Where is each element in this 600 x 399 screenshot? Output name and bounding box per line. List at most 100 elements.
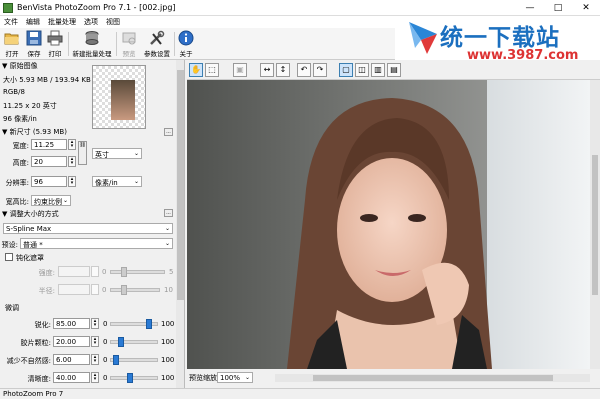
crop-select-button[interactable]: ⬚ (205, 63, 219, 77)
save-button[interactable]: 保存 (24, 30, 44, 58)
clarity-slider[interactable] (110, 376, 158, 380)
preview-photo (187, 80, 590, 369)
algorithm-value: S-Spline Max (6, 225, 52, 233)
preview-vertical-scrollbar[interactable] (590, 80, 600, 369)
stacked-view-icon: ▤ (390, 65, 398, 74)
strength-slider[interactable] (110, 270, 165, 274)
resolution-unit-select[interactable]: 像素/in ⌄ (92, 176, 142, 187)
clarity-field[interactable]: 40.00 (53, 372, 90, 383)
strength-slider-thumb[interactable] (121, 267, 127, 277)
rotate-left-button[interactable]: ↶ (297, 63, 311, 77)
split-view-button[interactable]: ◫ (355, 63, 369, 77)
preview-button[interactable]: 预览 (118, 30, 140, 58)
menu-batch[interactable]: 批量处理 (44, 16, 80, 28)
side-by-side-icon: ▥ (374, 65, 382, 74)
new-size-more-button[interactable]: ... (164, 128, 173, 136)
status-bar: PhotoZoom Pro 7 (0, 388, 600, 399)
original-image-header[interactable]: ▼ 原始图像 (2, 61, 38, 71)
new-batch-label: 新建批量处理 (72, 50, 112, 58)
clarity-min: 0 (103, 374, 108, 382)
menu-view[interactable]: 视图 (102, 16, 124, 28)
preferences-button[interactable]: 参数设置 (142, 30, 172, 58)
sharpen-slider-thumb[interactable] (146, 319, 152, 329)
preview-horizontal-scrollbar[interactable] (275, 374, 590, 382)
hand-icon: ✋ (191, 65, 201, 74)
logo-mark-icon (409, 22, 437, 54)
panel-scrollbar[interactable] (176, 60, 184, 388)
link-dims-icon[interactable]: ⛓ (78, 141, 87, 165)
artifact-reduction-slider-thumb[interactable] (113, 355, 119, 365)
crop-icon: ⬚ (208, 65, 216, 74)
sharpen-stepper[interactable]: ▴ ▾ (91, 318, 99, 329)
preview-zoom-label: 预览缩放: (189, 374, 220, 382)
width-field[interactable]: 11.25 (31, 139, 67, 150)
artifact-reduction-field[interactable]: 6.00 (53, 354, 90, 365)
preview-horizontal-scroll-thumb[interactable] (313, 375, 553, 381)
radius-field[interactable] (58, 284, 90, 295)
rotate-right-button[interactable]: ↷ (313, 63, 327, 77)
radius-stepper[interactable] (91, 284, 99, 295)
about-button[interactable]: 关于 (176, 30, 196, 58)
original-resolution: 96 像素/in (3, 115, 37, 123)
flip-horizontal-button[interactable]: ↔ (260, 63, 274, 77)
fit-button[interactable]: ▣ (233, 63, 247, 77)
info-icon (178, 30, 194, 46)
sharpen-min: 0 (103, 320, 108, 328)
navigator-thumbnail[interactable] (92, 65, 146, 129)
preferences-label: 参数设置 (144, 50, 170, 58)
width-arrows-icon: ↔ (263, 65, 271, 74)
height-field[interactable]: 20 (31, 156, 67, 167)
preset-select[interactable]: 普通 * ⌄ (20, 238, 173, 249)
clarity-stepper[interactable]: ▴ ▾ (91, 372, 99, 383)
maximize-button[interactable]: □ (544, 0, 572, 16)
zoom-select[interactable]: 100% ⌄ (217, 372, 253, 383)
side-by-side-button[interactable]: ▥ (371, 63, 385, 77)
menu-options[interactable]: 选项 (80, 16, 102, 28)
strength-stepper[interactable] (91, 266, 99, 277)
unsharp-mask-checkbox[interactable] (5, 253, 13, 261)
height-stepper[interactable]: ▴ ▾ (68, 156, 76, 167)
film-grain-stepper[interactable]: ▴ ▾ (91, 336, 99, 347)
unit-select[interactable]: 英寸 ⌄ (92, 148, 142, 159)
film-grain-slider-thumb[interactable] (118, 337, 124, 347)
clarity-label: 清晰度: (27, 375, 51, 383)
zoom-value: 100% (220, 374, 241, 382)
algorithm-select[interactable]: S-Spline Max ⌄ (3, 223, 173, 234)
radius-slider[interactable] (110, 288, 160, 292)
chevron-down-icon: ⌄ (133, 178, 139, 185)
aspect-select[interactable]: 约束比例 ⌄ (31, 195, 71, 206)
flip-vertical-button[interactable]: ↕ (276, 63, 290, 77)
new-batch-button[interactable]: 新建批量处理 (70, 30, 114, 58)
radius-max: 10 (164, 286, 173, 294)
radius-slider-thumb[interactable] (121, 285, 127, 295)
toolbar-divider (174, 32, 175, 56)
hand-tool-button[interactable]: ✋ (189, 63, 203, 77)
minimize-button[interactable]: — (516, 0, 544, 16)
resolution-field[interactable]: 96 (31, 176, 67, 187)
clarity-slider-thumb[interactable] (127, 373, 133, 383)
strength-field[interactable] (58, 266, 90, 277)
sharpen-label: 锐化: (34, 321, 51, 329)
artifact-reduction-stepper[interactable]: ▴ ▾ (91, 354, 99, 365)
open-button[interactable]: 打开 (2, 30, 22, 58)
resize-method-header[interactable]: ▼ 调整大小的方式 (2, 209, 59, 219)
image-preview[interactable] (187, 80, 590, 369)
stacked-view-button[interactable]: ▤ (387, 63, 401, 77)
fit-icon: ▣ (236, 65, 244, 74)
print-button[interactable]: 打印 (45, 30, 65, 58)
resolution-stepper[interactable]: ▴ ▾ (68, 176, 76, 187)
print-label: 打印 (48, 50, 62, 58)
method-more-button[interactable]: ... (164, 209, 173, 217)
strength-label: 强度: (38, 269, 55, 277)
film-grain-field[interactable]: 20.00 (53, 336, 90, 347)
width-stepper[interactable]: ▴ ▾ (68, 139, 76, 150)
menu-edit[interactable]: 编辑 (22, 16, 44, 28)
preview-vertical-scroll-thumb[interactable] (592, 155, 598, 295)
panel-scroll-thumb[interactable] (177, 70, 184, 300)
menu-file[interactable]: 文件 (0, 16, 22, 28)
close-button[interactable]: ✕ (572, 0, 600, 16)
single-view-button[interactable]: ▢ (339, 63, 353, 77)
artifact-reduction-label: 减少不自然感: (6, 357, 51, 365)
new-size-header[interactable]: ▼ 新尺寸 (5.93 MB) (2, 127, 67, 137)
sharpen-field[interactable]: 85.00 (53, 318, 90, 329)
